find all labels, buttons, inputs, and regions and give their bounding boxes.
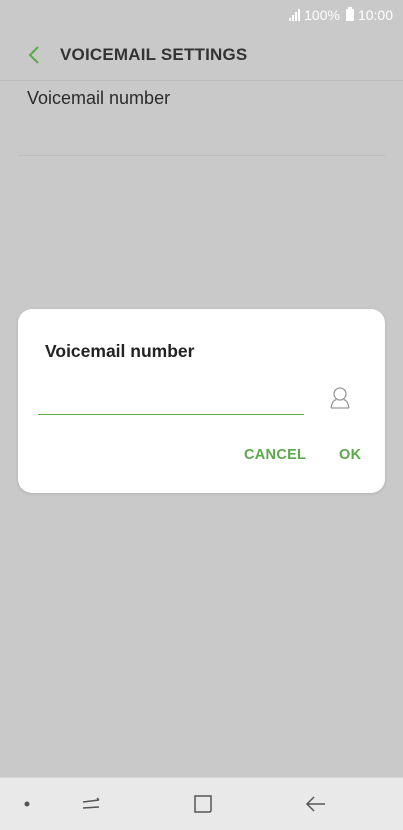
home-button[interactable] [191, 792, 215, 816]
signal-icon [289, 9, 301, 21]
dot-button[interactable] [15, 792, 39, 816]
chevron-left-icon [28, 46, 39, 64]
contact-icon [330, 387, 350, 409]
voicemail-number-item[interactable]: Voicemail number [27, 88, 170, 109]
voicemail-number-input[interactable] [38, 387, 304, 415]
list-divider [18, 155, 385, 156]
recent-apps-button[interactable] [79, 792, 103, 816]
battery-percentage: 100% [304, 7, 340, 23]
dialog-title: Voicemail number [45, 341, 195, 361]
status-bar: 100% 10:00 [0, 0, 403, 30]
page-title: VOICEMAIL SETTINGS [60, 45, 248, 64]
header-divider [0, 80, 403, 81]
contact-button[interactable] [327, 385, 353, 411]
clock: 10:00 [357, 7, 393, 23]
app-bar: VOICEMAIL SETTINGS [0, 30, 403, 80]
back-arrow-icon [305, 796, 325, 812]
back-button[interactable] [22, 43, 46, 67]
navigation-bar [0, 777, 403, 830]
home-icon [194, 795, 212, 813]
voicemail-number-dialog: Voicemail number CANCEL OK [18, 309, 385, 493]
ok-button[interactable]: OK [339, 447, 361, 463]
cancel-button[interactable]: CANCEL [244, 447, 306, 463]
recent-apps-icon [82, 797, 100, 809]
dot-icon [24, 801, 30, 807]
back-nav-button[interactable] [304, 792, 328, 816]
battery-icon [345, 7, 354, 21]
